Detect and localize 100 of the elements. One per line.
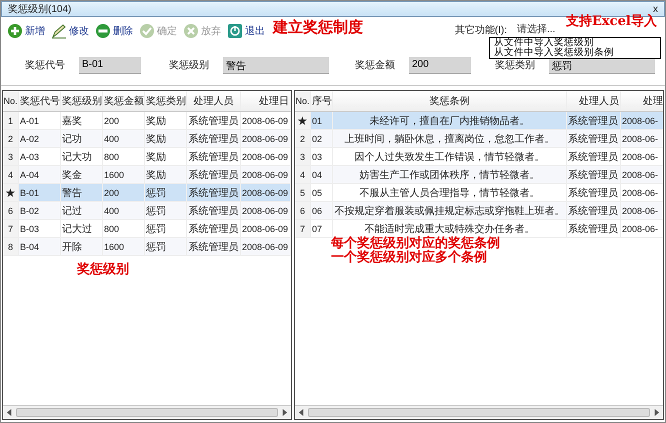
row-number: 5 xyxy=(295,184,311,201)
table-cell: 系统管理员 xyxy=(187,184,241,201)
table-cell: 奖励 xyxy=(145,130,187,147)
table-cell: 记大功 xyxy=(61,148,103,165)
row-number: 3 xyxy=(295,148,311,165)
annotation-text: 奖惩级别 xyxy=(77,263,129,276)
table-cell: 2008-06-09 xyxy=(241,184,291,201)
table-cell: 上班时间，躺卧休息，擅离岗位，怠忽工作者。 xyxy=(333,130,567,147)
table-cell: 1600 xyxy=(103,238,145,255)
field-label: 奖惩代号 xyxy=(25,59,66,72)
table-cell: 系统管理员 xyxy=(187,166,241,183)
table-cell: 惩罚 xyxy=(145,220,187,237)
table-cell: 因个人过失致发生工作错误，情节轻微者。 xyxy=(333,148,567,165)
table-cell: 警告 xyxy=(61,184,103,201)
table-cell: B-04 xyxy=(19,238,61,255)
table-cell: 2008-06- xyxy=(621,130,663,147)
table-cell: 系统管理员 xyxy=(567,166,621,183)
table-cell: 惩罚 xyxy=(145,202,187,219)
table-cell: 系统管理员 xyxy=(567,220,621,237)
column-header[interactable]: 奖惩金额 xyxy=(103,91,145,111)
row-number: 2 xyxy=(3,130,19,147)
table-cell: 800 xyxy=(103,148,145,165)
table-cell: 01 xyxy=(311,112,333,129)
table-cell: 400 xyxy=(103,202,145,219)
table-cell: 系统管理员 xyxy=(567,148,621,165)
toolbar-button[interactable]: 退出 xyxy=(227,23,265,39)
row-number: ★ xyxy=(3,184,19,201)
column-header[interactable]: 处理日 xyxy=(241,91,291,111)
column-header[interactable]: 奖惩代号 xyxy=(19,91,61,111)
field-label: 奖惩金额 xyxy=(355,58,396,72)
toolbar-button[interactable]: 删除 xyxy=(95,23,133,39)
annotation-text: 每个奖惩级别对应的奖惩条例 xyxy=(331,237,500,250)
table-cell: 200 xyxy=(103,184,145,201)
row-number: 8 xyxy=(3,238,19,255)
annotation-text: 建立奖惩制度 xyxy=(273,20,363,35)
column-header[interactable]: No. xyxy=(3,91,19,111)
table-cell: 07 xyxy=(311,220,333,237)
table-cell: 系统管理员 xyxy=(187,112,241,129)
table-cell: 奖金 xyxy=(61,166,103,183)
table-cell: 奖励 xyxy=(145,166,187,183)
table-cell: 系统管理员 xyxy=(187,220,241,237)
table-cell: 02 xyxy=(311,130,333,147)
row-number: 4 xyxy=(295,166,311,183)
table-cell: 不按规定穿着服装或佩挂规定标志或穿拖鞋上班者。 xyxy=(333,202,567,219)
table-cell: 2008-06- xyxy=(621,148,663,165)
table-cell: 记大过 xyxy=(61,220,103,237)
column-header[interactable]: 奖惩条例 xyxy=(333,91,567,111)
window-title: 奖惩级别(104) xyxy=(8,3,72,16)
table-cell: 不能适时完成重大或特殊交办任务者。 xyxy=(333,220,567,237)
column-header[interactable]: 奖惩类别 xyxy=(145,91,187,111)
table-cell: 记过 xyxy=(61,202,103,219)
table-cell: B-01 xyxy=(19,184,61,201)
table-cell: 系统管理员 xyxy=(187,148,241,165)
table-cell: A-01 xyxy=(19,112,61,129)
toolbar-button[interactable]: 修改 xyxy=(51,23,89,39)
toolbar-button[interactable]: 新增 xyxy=(7,23,45,39)
table-cell: 2008-06- xyxy=(621,112,663,129)
row-number: 6 xyxy=(3,202,19,219)
table-cell: A-02 xyxy=(19,130,61,147)
table-cell: 妨害生产工作或团体秩序，情节轻微者。 xyxy=(333,166,567,183)
row-number: 7 xyxy=(295,220,311,237)
column-header[interactable]: No. xyxy=(295,91,311,111)
column-header[interactable]: 处理 xyxy=(621,91,663,111)
table-cell: 2008-06-09 xyxy=(241,130,291,147)
table-cell: 400 xyxy=(103,130,145,147)
table-cell: 2008-06-09 xyxy=(241,148,291,165)
table-cell: 06 xyxy=(311,202,333,219)
text-field[interactable]: B-01 xyxy=(79,56,141,74)
text-field[interactable]: 200 xyxy=(409,56,471,74)
table-cell: 2008-06- xyxy=(621,166,663,183)
table-cell: 04 xyxy=(311,166,333,183)
table-cell: 奖励 xyxy=(145,112,187,129)
table-cell: 不服从主管人员合理指导，情节轻微者。 xyxy=(333,184,567,201)
text-field[interactable]: 警告 xyxy=(223,56,329,74)
dropdown-label: 其它功能(I): xyxy=(454,24,507,36)
row-number: 1 xyxy=(3,112,19,129)
table-cell: 系统管理员 xyxy=(187,202,241,219)
table-cell: 系统管理员 xyxy=(567,130,621,147)
table-cell: 未经许可，擅自在厂内推销物品者。 xyxy=(333,112,567,129)
table-cell: 系统管理员 xyxy=(187,238,241,255)
table-cell: 惩罚 xyxy=(145,184,187,201)
table-cell: 2008-06- xyxy=(621,220,663,237)
column-header[interactable]: 序号 xyxy=(311,91,333,111)
dropdown-option[interactable]: 从文件中导入奖惩级别条例 xyxy=(490,48,660,58)
column-header[interactable]: 处理人员 xyxy=(567,91,621,111)
close-button[interactable]: x xyxy=(653,4,658,14)
table-cell: 奖励 xyxy=(145,148,187,165)
field-label: 奖惩级别 xyxy=(169,59,210,72)
table-cell: 03 xyxy=(311,148,333,165)
annotation-text: 一个奖惩级别对应多个条例 xyxy=(331,251,487,264)
row-number: 3 xyxy=(3,148,19,165)
table-cell: A-04 xyxy=(19,166,61,183)
row-number: 6 xyxy=(295,202,311,219)
column-header[interactable]: 奖惩级别 xyxy=(61,91,103,111)
table-cell: 200 xyxy=(103,112,145,129)
table-cell: 系统管理员 xyxy=(567,112,621,129)
table-cell: 2008-06- xyxy=(621,202,663,219)
table-cell: 1600 xyxy=(103,166,145,183)
table-cell: 嘉奖 xyxy=(61,112,103,129)
column-header[interactable]: 处理人员 xyxy=(187,91,241,111)
